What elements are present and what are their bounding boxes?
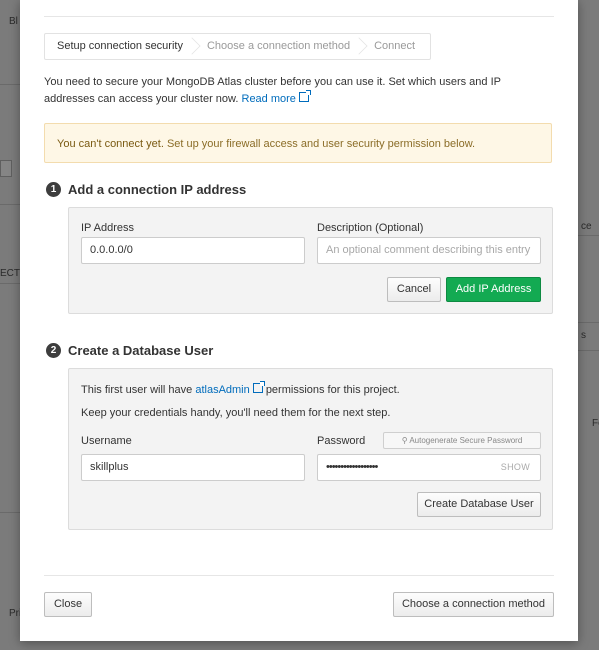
step-connect[interactable]: Connect <box>362 34 427 59</box>
background-divider <box>0 283 20 284</box>
username-input[interactable]: skillplus <box>81 454 305 481</box>
warning-text: Set up your firewall access and user sec… <box>166 138 476 150</box>
password-input[interactable]: •••••••••••••••••• SHOW <box>317 454 541 481</box>
step-setup-security[interactable]: Setup connection security <box>45 34 201 59</box>
username-label: Username <box>81 435 132 447</box>
ip-address-panel: IP Address 0.0.0.0/0 Description (Option… <box>68 207 553 314</box>
section-ip-title: 1 Add a connection IP address <box>46 182 246 197</box>
background-fragment: s <box>581 330 586 341</box>
background-divider <box>578 322 599 323</box>
cancel-ip-button[interactable]: Cancel <box>387 277 441 302</box>
background-fragment: Fo <box>592 418 599 429</box>
background-divider <box>0 204 20 205</box>
create-database-user-button[interactable]: Create Database User <box>417 492 541 517</box>
section-title-text: Create a Database User <box>68 343 214 358</box>
atlas-admin-link[interactable]: atlasAdmin <box>195 381 265 396</box>
background-fragment: Bl <box>9 16 18 27</box>
close-button[interactable]: Close <box>44 592 92 617</box>
step-choose-method[interactable]: Choose a connection method <box>195 34 368 59</box>
password-label: Password <box>317 435 366 447</box>
read-more-label: Read more <box>241 93 296 105</box>
step-number-badge: 1 <box>46 182 61 197</box>
password-mask: •••••••••••••••••• <box>326 461 378 473</box>
background-box <box>0 160 12 177</box>
external-link-icon <box>298 90 311 102</box>
step-label: Connect <box>374 40 416 52</box>
connect-modal: Setup connection security Choose a conne… <box>20 0 578 641</box>
choose-connection-method-button[interactable]: Choose a connection method <box>393 592 554 617</box>
description-input[interactable]: An optional comment describing this entr… <box>317 237 541 264</box>
autogenerate-label: Autogenerate Secure Password <box>409 436 523 445</box>
add-ip-address-button[interactable]: Add IP Address <box>446 277 541 302</box>
warning-strong: You can't connect yet. <box>57 138 164 150</box>
permission-text-pre: This first user will have <box>81 384 193 396</box>
connection-steps-breadcrumb: Setup connection security Choose a conne… <box>44 33 431 60</box>
modal-top-divider <box>44 16 554 17</box>
ip-address-input[interactable]: 0.0.0.0/0 <box>81 237 305 264</box>
show-password-toggle[interactable]: SHOW <box>501 455 530 480</box>
database-user-panel: This first user will have atlasAdmin per… <box>68 368 553 530</box>
intro-text: You need to secure your MongoDB Atlas cl… <box>44 74 554 108</box>
key-icon: ⚲ <box>401 436 408 445</box>
background-fragment: ce <box>581 221 592 232</box>
background-divider <box>0 84 20 85</box>
step-number-badge: 2 <box>46 343 61 358</box>
background-divider <box>0 512 20 513</box>
credentials-hint: Keep your credentials handy, you'll need… <box>81 407 391 419</box>
description-label: Description (Optional) <box>317 222 424 234</box>
step-label: Choose a connection method <box>206 40 351 52</box>
background-divider <box>578 235 599 236</box>
section-user-title: 2 Create a Database User <box>46 343 213 358</box>
connection-warning-banner: You can't connect yet. Set up your firew… <box>44 123 552 163</box>
read-more-link[interactable]: Read more <box>241 90 311 105</box>
section-title-text: Add a connection IP address <box>68 182 247 197</box>
external-link-icon <box>252 381 265 393</box>
admin-permission-text: This first user will have atlasAdmin per… <box>81 381 400 396</box>
step-label: Setup connection security <box>57 40 183 52</box>
permission-text-post: permissions for this project. <box>265 384 400 396</box>
modal-bottom-divider <box>44 575 554 576</box>
atlas-admin-label: atlasAdmin <box>195 384 250 396</box>
ip-address-label: IP Address <box>81 222 134 234</box>
autogenerate-password-button[interactable]: ⚲ Autogenerate Secure Password <box>383 432 541 449</box>
background-divider <box>578 350 599 351</box>
